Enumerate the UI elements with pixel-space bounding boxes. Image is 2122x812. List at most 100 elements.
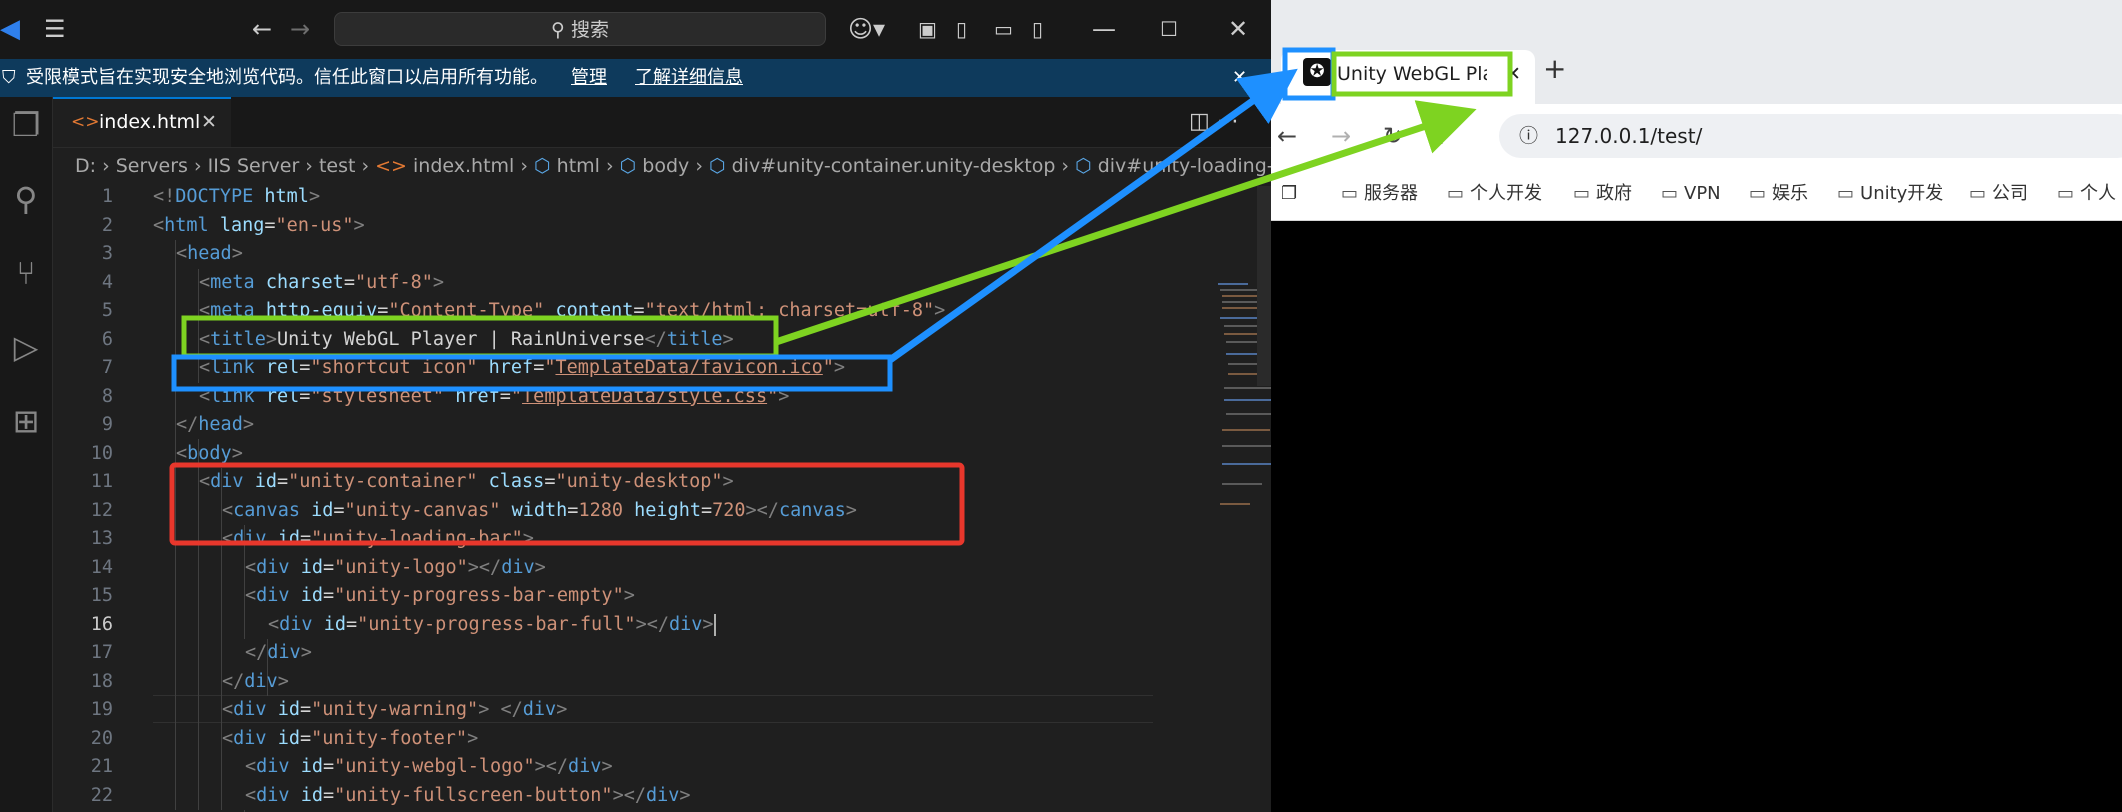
- maximize-icon[interactable]: ☐: [1160, 0, 1178, 59]
- run-debug-icon[interactable]: ▷: [0, 321, 52, 373]
- breadcrumb-item[interactable]: D:: [75, 155, 96, 177]
- bookmark-folder[interactable]: ▭ 政府: [1573, 168, 1632, 220]
- tab-label: index.html: [99, 111, 201, 133]
- new-tab-icon[interactable]: +: [1543, 52, 1566, 85]
- code-line: 16 <div id="unity-progress-bar-full"></di…: [53, 611, 1153, 640]
- toggle-panel-icon[interactable]: ▭: [994, 0, 1013, 59]
- tab-index-html[interactable]: <> index.html ✕: [53, 97, 231, 147]
- unity-webgl-page[interactable]: [1271, 221, 2122, 812]
- code-editor[interactable]: 1 <!DOCTYPE html> 2 <html lang="en-us"> 3 <…: [53, 183, 1153, 812]
- breadcrumb-item[interactable]: html: [557, 155, 600, 177]
- back-arrow-icon[interactable]: ←: [252, 0, 272, 59]
- copilot-icon[interactable]: ☺▾: [848, 0, 885, 59]
- line-number: 4: [101, 271, 113, 293]
- element-icon: ⬡: [708, 155, 726, 177]
- close-window-icon[interactable]: ✕: [1228, 0, 1248, 59]
- line-number: 21: [90, 756, 113, 777]
- breadcrumb-item[interactable]: div#unity-loading-bar: [1098, 155, 1271, 177]
- bookmarks-bar: ❐ ▭ 服务器 ▭ 个人开发 ▭ 政府 ▭ VPN ▭ 娱乐 ▭ Unity开发 ▭ 公司 ▭…: [1271, 168, 2122, 221]
- breadcrumb-item[interactable]: div#unity-container.unity-desktop: [732, 155, 1056, 177]
- minimap-line: [1220, 503, 1250, 505]
- code-line: 9 </head>: [53, 411, 1153, 440]
- breadcrumb-item[interactable]: body: [642, 155, 689, 177]
- extensions-icon[interactable]: ⊞: [0, 395, 52, 447]
- site-info-icon[interactable]: ⓘ: [1519, 114, 1538, 158]
- minimap-line: [1226, 413, 1271, 415]
- folder-icon: ▭: [2057, 183, 2075, 204]
- code-line: 15 <div id="unity-progress-bar-empty">: [53, 582, 1153, 611]
- minimap-line: [1224, 399, 1271, 401]
- breadcrumb-item[interactable]: test: [319, 155, 356, 177]
- html-file-icon: <>: [71, 112, 100, 132]
- bookmark-folder[interactable]: ▭ 服务器: [1341, 168, 1418, 220]
- manage-link[interactable]: 管理: [571, 59, 607, 97]
- restricted-mode-message: 受限模式旨在实现安全地浏览代码。信任此窗口以启用所有功能。: [26, 67, 548, 88]
- code-line: 19 <div id="unity-warning"> </div>: [53, 696, 1153, 725]
- editor-area: <> index.html ✕ ◫ ⋯ D: › Servers › IIS S…: [53, 97, 1271, 812]
- bookmark-folder[interactable]: ▭ 个人: [2057, 168, 2116, 220]
- code-line: 1 <!DOCTYPE html>: [53, 183, 1153, 212]
- explorer-icon[interactable]: ❐: [0, 99, 52, 151]
- breadcrumb: D: › Servers › IIS Server › test › <> in…: [75, 150, 1271, 182]
- minimap-line: [1218, 283, 1248, 285]
- code-line: 5 <meta http-equiv="Content-Type" content…: [53, 297, 1153, 326]
- unity-favicon-icon: ✪: [1303, 58, 1331, 86]
- bookmark-label: VPN: [1684, 183, 1721, 204]
- search-view-icon[interactable]: ⚲: [0, 173, 52, 225]
- breadcrumb-item[interactable]: IIS Server: [208, 155, 300, 177]
- bookmark-folder[interactable]: ▭ VPN: [1661, 168, 1721, 220]
- bookmark-folder[interactable]: ▭ 娱乐: [1749, 168, 1808, 220]
- line-number: 1: [101, 186, 113, 207]
- code-line: 22 <div id="unity-fullscreen-button"></di…: [53, 782, 1153, 811]
- toggle-secondary-sidebar-icon[interactable]: ▯: [1032, 0, 1043, 59]
- line-number: 10: [90, 442, 113, 464]
- vscode-window: ◀ ☰ ← → ⚲ 搜索 ☺▾ ▣ ▯ ▭ ▯ — ☐ ✕ ⛉ 受限模式旨在实现…: [0, 0, 1271, 812]
- toggle-primary-sidebar-icon[interactable]: ▯: [956, 0, 967, 59]
- source-control-icon[interactable]: ⑂: [0, 247, 52, 299]
- bookmark-label: 个人开发: [1470, 183, 1543, 204]
- layout-customize-icon[interactable]: ▣: [918, 0, 937, 59]
- minimap-line: [1220, 317, 1260, 319]
- line-number: 20: [90, 727, 113, 749]
- browser-tab-close-icon[interactable]: ✕: [1505, 50, 1521, 98]
- code-line: 7 <link rel="shortcut icon" href="Templat…: [53, 354, 1153, 383]
- minimize-icon[interactable]: —: [1092, 0, 1116, 59]
- close-banner-icon[interactable]: ✕: [1232, 59, 1247, 97]
- split-editor-icon[interactable]: ◫ ⋯: [1189, 97, 1239, 147]
- breadcrumb-item[interactable]: index.html: [413, 155, 514, 177]
- minimap-line: [1222, 429, 1270, 431]
- tab-search-icon[interactable]: ❐: [1281, 168, 1297, 220]
- learn-more-link[interactable]: 了解详细信息: [635, 59, 743, 97]
- folder-icon: ▭: [1969, 183, 1987, 204]
- forward-arrow-icon[interactable]: →: [290, 0, 310, 59]
- html-file-icon: <>: [375, 155, 407, 177]
- folder-icon: ▭: [1341, 183, 1359, 204]
- command-search-box[interactable]: ⚲ 搜索: [334, 12, 826, 46]
- vscode-logo-icon: ◀: [0, 14, 20, 44]
- code-line: 21 <div id="unity-webgl-logo"></div>: [53, 753, 1153, 782]
- line-number: 5: [101, 300, 113, 321]
- line-number: 7: [101, 357, 113, 378]
- browser-back-icon[interactable]: ←: [1277, 104, 1297, 168]
- line-number: 2: [101, 214, 113, 236]
- breadcrumb-item[interactable]: Servers: [116, 155, 188, 177]
- address-bar[interactable]: ⓘ 127.0.0.1/test/: [1499, 114, 2122, 158]
- bookmark-folder[interactable]: ▭ 个人开发: [1447, 168, 1542, 220]
- home-icon[interactable]: ⌂: [1429, 104, 1444, 168]
- editor-scrollbar[interactable]: [1257, 186, 1271, 386]
- tab-close-icon[interactable]: ✕: [201, 99, 217, 145]
- line-number: 22: [90, 784, 113, 806]
- code-line: 11 <div id="unity-container" class="unity…: [53, 468, 1153, 497]
- minimap-line: [1222, 445, 1271, 447]
- menu-icon[interactable]: ☰: [44, 0, 66, 59]
- bookmark-label: 娱乐: [1772, 183, 1809, 204]
- bookmark-folder[interactable]: ▭ 公司: [1969, 168, 2028, 220]
- browser-tab[interactable]: ✪ Unity WebGL Pla ✕: [1281, 50, 1535, 104]
- browser-forward-icon[interactable]: →: [1331, 104, 1351, 168]
- element-icon: ⬡: [534, 155, 551, 177]
- code-line: 4 <meta charset="utf-8">: [53, 269, 1153, 298]
- code-line: 17 </div>: [53, 639, 1153, 668]
- line-number: 18: [90, 670, 113, 692]
- bookmark-folder[interactable]: ▭ Unity开发: [1837, 168, 1943, 220]
- reload-icon[interactable]: ↻: [1383, 104, 1403, 168]
